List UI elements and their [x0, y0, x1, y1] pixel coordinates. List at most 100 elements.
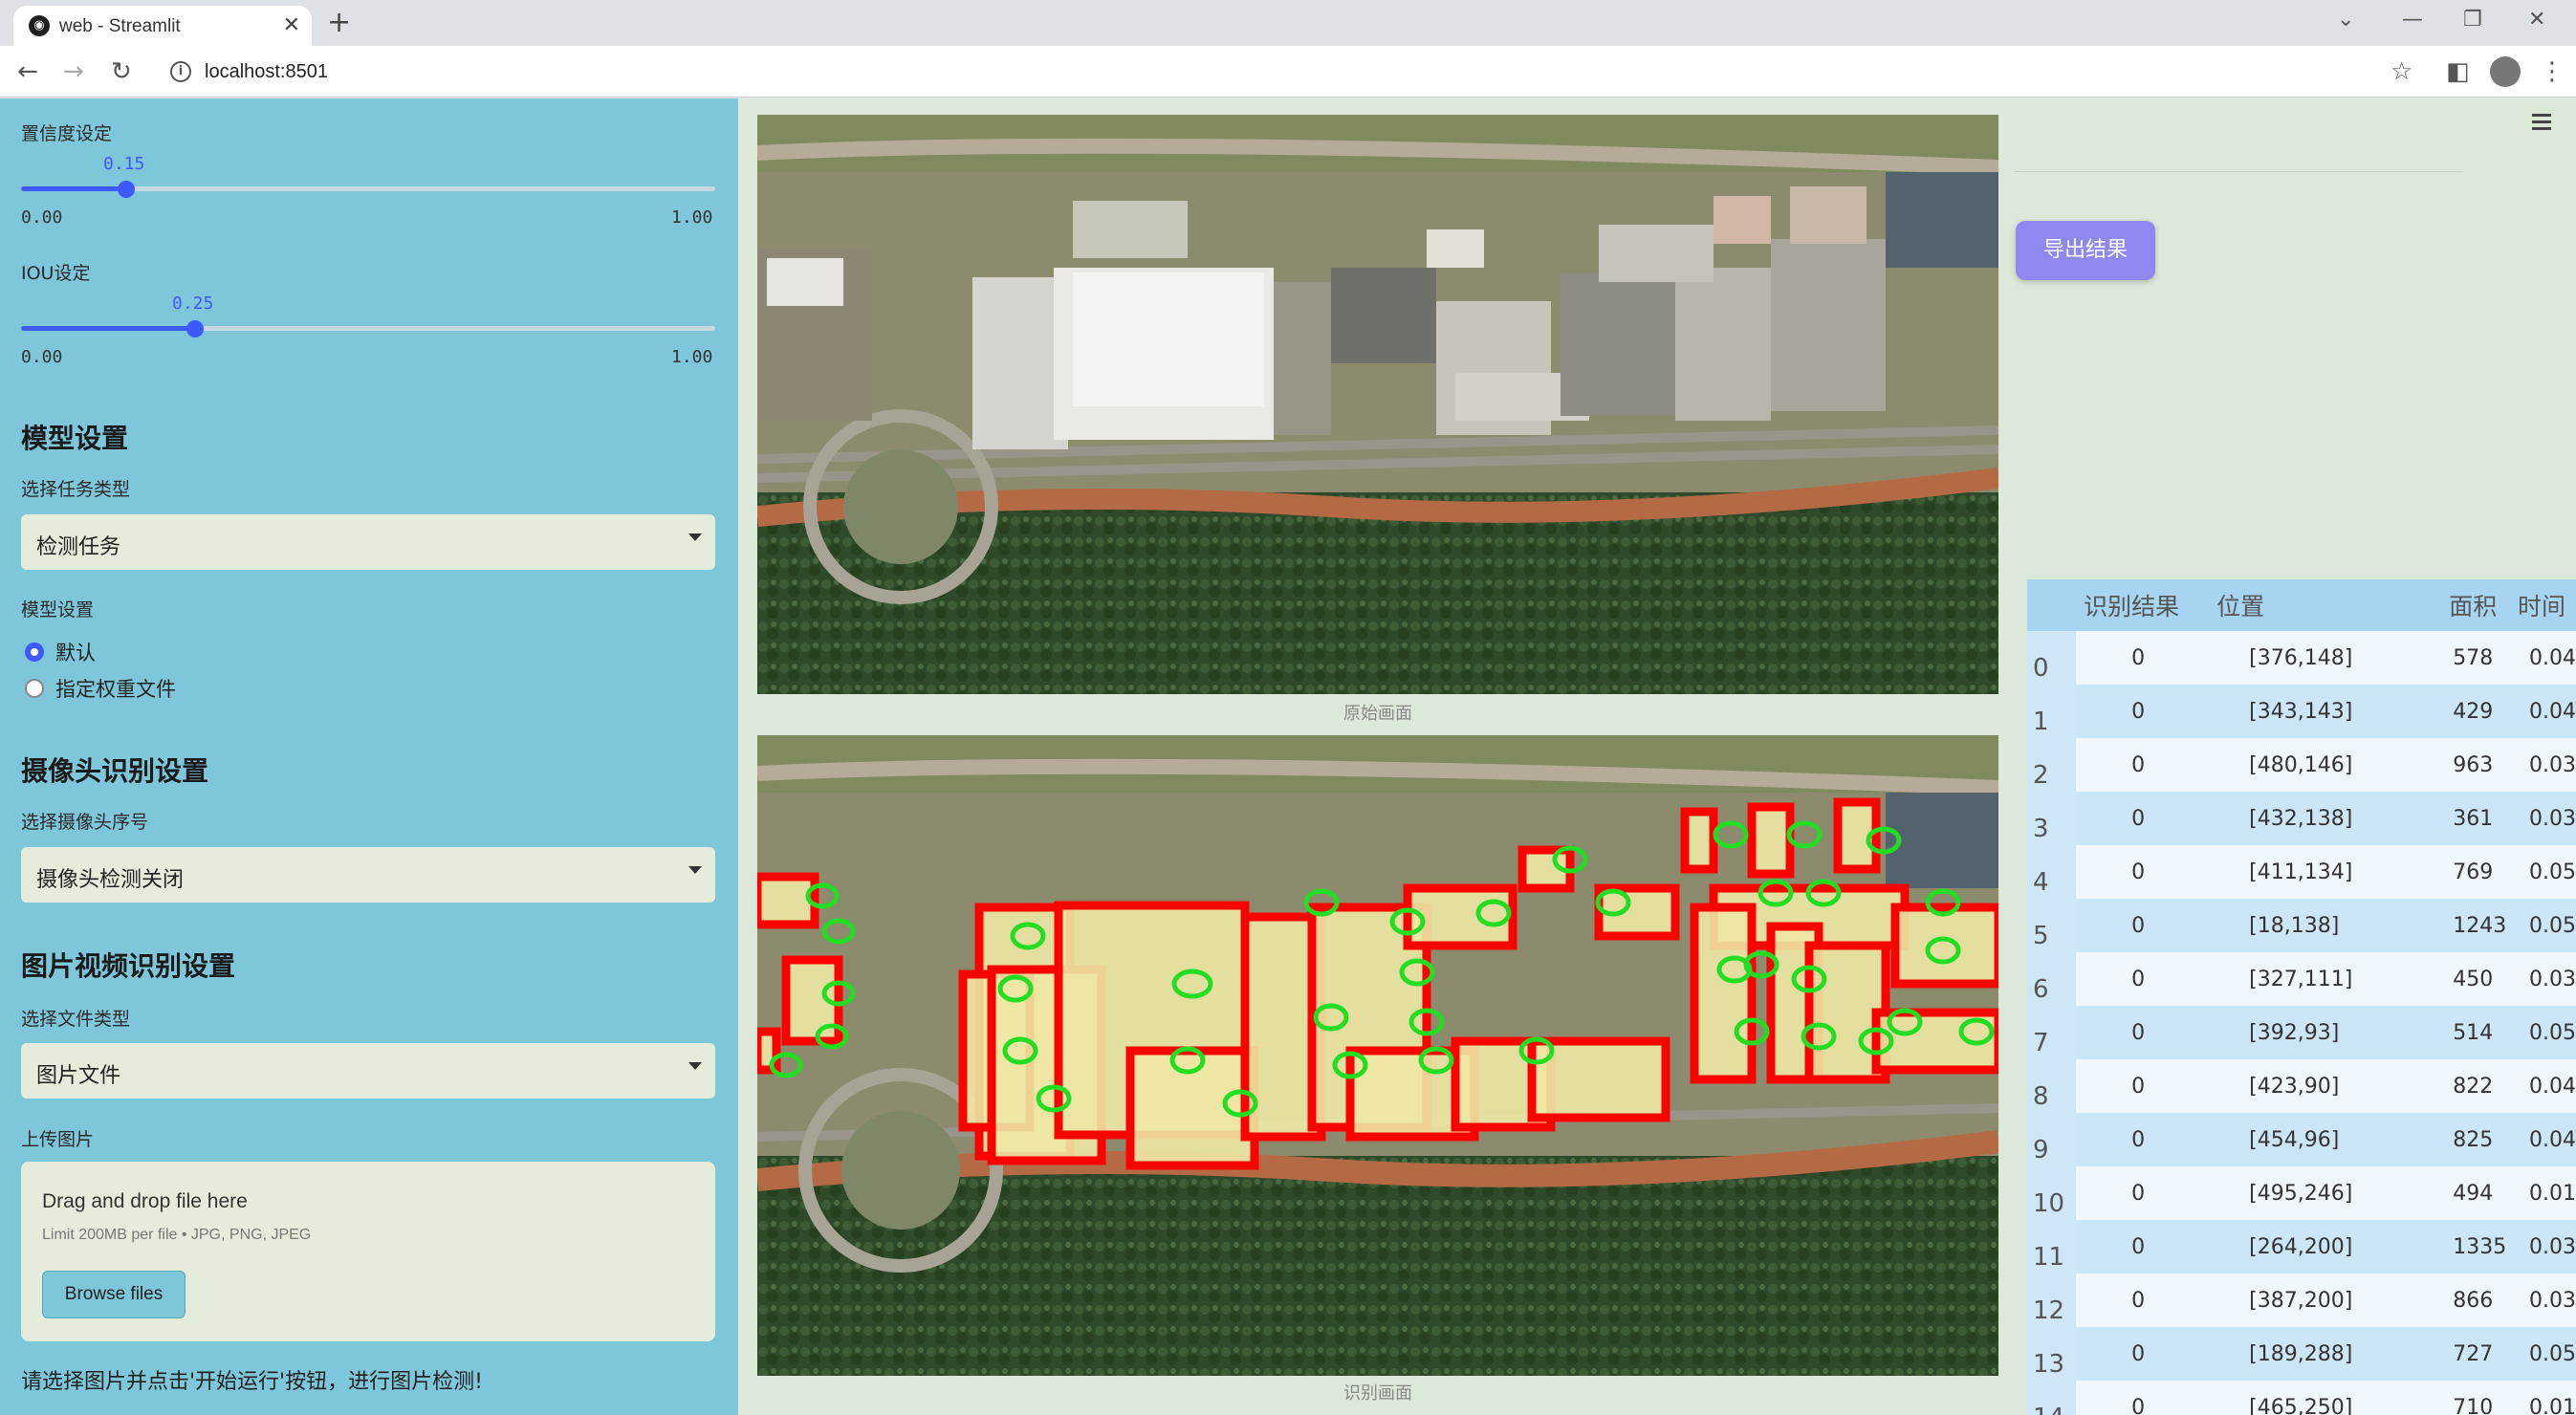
cell-position: [189,288] — [2209, 1327, 2442, 1381]
profile-avatar[interactable] — [2490, 56, 2521, 87]
cell-time: 0.03 — [2510, 1220, 2576, 1274]
cell-time: 0.03 — [2510, 952, 2576, 1006]
forward-icon[interactable]: → — [63, 57, 84, 86]
cell-area: 1243 — [2441, 899, 2511, 952]
browse-files-button[interactable]: Browse files — [42, 1271, 186, 1318]
radio-custom-weights[interactable] — [25, 679, 44, 698]
url-text: localhost:8501 — [205, 61, 328, 82]
cell-position: [495,246] — [2209, 1166, 2442, 1220]
table-row: 13 0 [189,288] 727 0.05 — [2027, 1327, 2576, 1381]
export-results-button[interactable]: 导出结果 — [2016, 221, 2155, 280]
table-header-row: 识别结果 位置 面积 时间 — [2027, 579, 2576, 631]
browser-tab[interactable]: ◉ web - Streamlit ✕ — [13, 6, 312, 46]
cell-result: 0 — [2076, 1006, 2210, 1059]
cell-position: [480,146] — [2209, 738, 2442, 792]
cell-area: 429 — [2441, 685, 2511, 738]
hamburger-menu-icon[interactable] — [2532, 114, 2551, 134]
cell-time: 0.03 — [2510, 738, 2576, 792]
streamlit-favicon-icon: ◉ — [29, 15, 50, 36]
side-panel-icon[interactable]: ◧ — [2446, 57, 2470, 86]
header-time[interactable]: 时间 — [2510, 579, 2576, 631]
cell-area: 727 — [2441, 1327, 2511, 1381]
cell-index: 2 — [2027, 738, 2077, 792]
model-settings-heading: 模型设置 — [21, 423, 129, 454]
cell-position: [327,111] — [2209, 952, 2442, 1006]
cell-time: 0.01 — [2510, 1381, 2576, 1415]
chevron-down-icon — [688, 533, 702, 541]
cell-time: 0.05 — [2510, 1006, 2576, 1059]
iou-slider-fill — [21, 326, 195, 331]
restore-icon[interactable]: ❐ — [2463, 8, 2482, 32]
close-window-icon[interactable]: ✕ — [2528, 8, 2545, 32]
confidence-slider-thumb[interactable] — [118, 181, 135, 198]
address-bar: ← → ↻ i localhost:8501 ☆ ◧ ⋮ — [0, 46, 2576, 98]
site-info-icon[interactable]: i — [170, 61, 191, 82]
cell-index: 0 — [2027, 631, 2077, 685]
iou-min: 0.00 — [21, 347, 63, 367]
header-position[interactable]: 位置 — [2209, 579, 2442, 631]
table-row: 6 0 [327,111] 450 0.03 — [2027, 952, 2576, 1006]
cell-result: 0 — [2076, 1381, 2210, 1415]
cell-result: 0 — [2076, 631, 2210, 685]
cell-result: 0 — [2076, 1166, 2210, 1220]
model-label: 模型设置 — [21, 599, 95, 620]
browser-tab-bar: ◉ web - Streamlit ✕ + ⌄ — ❐ ✕ — [0, 0, 2576, 46]
iou-slider-thumb[interactable] — [186, 320, 204, 337]
header-area[interactable]: 面积 — [2441, 579, 2511, 631]
cell-time: 0.05 — [2510, 845, 2576, 899]
iou-slider[interactable] — [21, 320, 715, 337]
camera-select[interactable]: 摄像头检测关闭 — [21, 847, 715, 903]
radio-default-label[interactable]: 默认 — [55, 638, 96, 666]
cell-result: 0 — [2076, 738, 2210, 792]
media-settings-heading: 图片视频识别设置 — [21, 950, 236, 982]
result-caption: 识别画面 — [1343, 1383, 1412, 1404]
sidebar: 置信度设定 0.15 0.00 1.00 IOU设定 0.25 0.00 1.0… — [0, 98, 738, 1415]
file-dropzone[interactable]: Drag and drop file here Limit 200MB per … — [21, 1162, 715, 1341]
radio-custom-weights-label[interactable]: 指定权重文件 — [55, 674, 176, 703]
cell-time: 0.05 — [2510, 1327, 2576, 1381]
reload-icon[interactable]: ↻ — [111, 57, 132, 86]
cell-index: 3 — [2027, 792, 2077, 845]
cell-result: 0 — [2076, 1059, 2210, 1113]
browser-menu-icon[interactable]: ⋮ — [2540, 57, 2565, 86]
task-type-label: 选择任务类型 — [21, 479, 131, 500]
bookmark-star-icon[interactable]: ☆ — [2390, 57, 2412, 86]
tab-search-icon[interactable]: ⌄ — [2337, 8, 2354, 32]
result-image — [757, 735, 1998, 1376]
file-type-select[interactable]: 图片文件 — [21, 1043, 715, 1099]
new-tab-icon[interactable]: + — [327, 6, 351, 39]
cell-area: 825 — [2441, 1113, 2511, 1166]
table-row: 3 0 [432,138] 361 0.03 — [2027, 792, 2576, 845]
cell-area: 1335 — [2441, 1220, 2511, 1274]
table-row: 2 0 [480,146] 963 0.03 — [2027, 738, 2576, 792]
cell-position: [18,138] — [2209, 899, 2442, 952]
back-icon[interactable]: ← — [17, 57, 38, 86]
header-result[interactable]: 识别结果 — [2076, 579, 2210, 631]
cell-time: 0.05 — [2510, 899, 2576, 952]
iou-label: IOU设定 — [21, 263, 91, 284]
cell-time: 0.04 — [2510, 1059, 2576, 1113]
cell-position: [264,200] — [2209, 1220, 2442, 1274]
close-tab-icon[interactable]: ✕ — [283, 13, 300, 37]
table-row: 10 0 [495,246] 494 0.01 — [2027, 1166, 2576, 1220]
minimize-icon[interactable]: — — [2402, 8, 2423, 32]
confidence-value: 0.15 — [103, 154, 145, 174]
cell-area: 450 — [2441, 952, 2511, 1006]
radio-default[interactable] — [25, 642, 44, 662]
dropzone-limit: Limit 200MB per file • JPG, PNG, JPEG — [42, 1227, 312, 1243]
url-field[interactable]: i localhost:8501 — [157, 52, 2394, 92]
instruction-text: 请选择图片并点击'开始运行'按钮，进行图片检测! — [21, 1370, 483, 1394]
confidence-max: 1.00 — [671, 207, 713, 228]
confidence-min: 0.00 — [21, 207, 63, 228]
cell-index: 6 — [2027, 952, 2077, 1006]
cell-index: 12 — [2027, 1274, 2077, 1327]
file-type-label: 选择文件类型 — [21, 1009, 131, 1030]
cell-index: 4 — [2027, 845, 2077, 899]
tab-title: web - Streamlit — [59, 16, 181, 36]
cell-area: 361 — [2441, 792, 2511, 845]
task-type-select[interactable]: 检测任务 — [21, 514, 715, 570]
table-row: 4 0 [411,134] 769 0.05 — [2027, 845, 2576, 899]
upload-label: 上传图片 — [21, 1129, 95, 1150]
confidence-slider[interactable] — [21, 181, 715, 198]
cell-result: 0 — [2076, 845, 2210, 899]
